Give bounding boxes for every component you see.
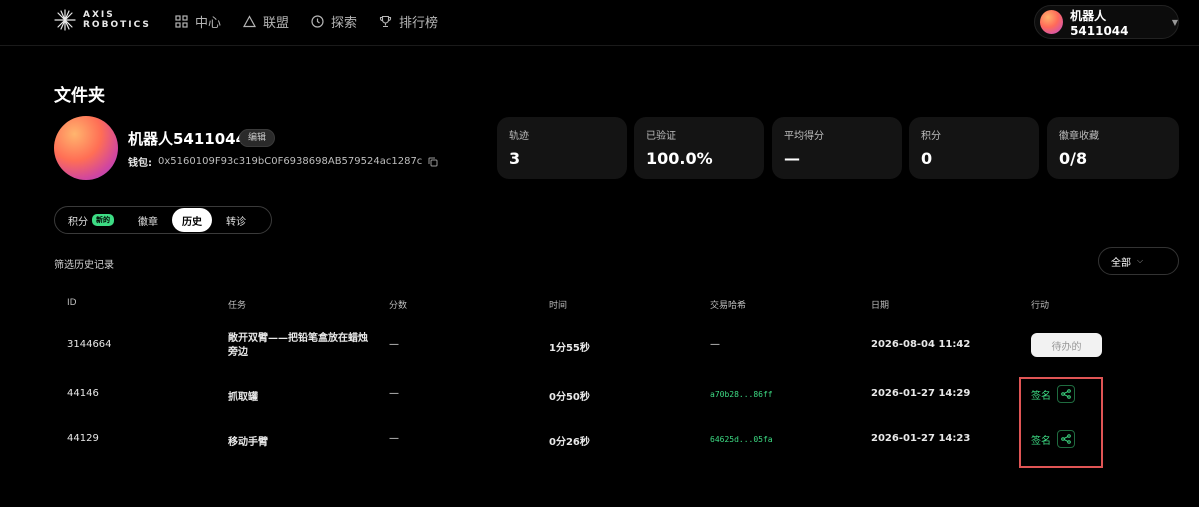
nav-label-explore: 探索 xyxy=(331,16,358,31)
column-header-time: 时间 xyxy=(549,301,568,311)
nav-item-alliance[interactable]: 联盟 xyxy=(243,12,289,31)
tab-badges[interactable]: 徽章 xyxy=(128,208,168,232)
main-nav: 中心 联盟 探索 排行榜 xyxy=(175,12,438,31)
column-header-score: 分数 xyxy=(389,301,408,311)
wallet-address: 0x5160109F93c319bC0F6938698AB579524ac128… xyxy=(158,156,423,167)
cell-tx-hash-link[interactable]: 64625d...05fa xyxy=(710,435,773,444)
brand-line1: AXIS xyxy=(83,10,115,20)
cell-date: 2026-01-27 14:29 xyxy=(871,388,971,399)
nav-item-leaderboard[interactable]: 排行榜 xyxy=(379,12,438,31)
stat-value: 100.0% xyxy=(646,149,713,168)
nav-label-hub: 中心 xyxy=(195,16,222,31)
cell-date: 2026-08-04 11:42 xyxy=(871,339,971,350)
profile-avatar xyxy=(54,116,118,180)
user-name: 机器人5411044 xyxy=(1070,8,1129,38)
cell-time: 1分55秒 xyxy=(549,343,590,354)
stat-label: 积分 xyxy=(921,131,941,142)
grid-icon xyxy=(175,15,188,28)
cell-tx-hash: — xyxy=(710,339,720,350)
nav-item-explore[interactable]: 探索 xyxy=(311,12,357,31)
top-bar: AXIS ROBOTICS 中心 联盟 探索 排行榜 机器人5411044 ▼ xyxy=(0,0,1199,46)
column-header-action: 行动 xyxy=(1031,301,1050,311)
column-header-task: 任务 xyxy=(228,301,247,311)
stat-card-badges: 徽章收藏 0/8 xyxy=(1047,117,1179,179)
tab-label: 积分 xyxy=(68,216,88,228)
cell-tx-hash-link[interactable]: a70b28...86ff xyxy=(710,390,773,399)
nav-label-alliance: 联盟 xyxy=(263,16,290,31)
chevron-down-icon: ▼ xyxy=(1171,17,1178,27)
nav-label-leaderboard: 排行榜 xyxy=(399,16,439,31)
avatar xyxy=(1040,10,1064,34)
trophy-icon xyxy=(379,15,392,28)
cell-score: — xyxy=(389,433,399,444)
pending-button[interactable]: 待办的 xyxy=(1031,333,1102,357)
cell-id: 3144664 xyxy=(67,339,112,350)
stat-value: — xyxy=(784,149,800,168)
stat-value: 0/8 xyxy=(1059,149,1088,168)
clock-icon xyxy=(311,15,324,28)
cell-time: 0分26秒 xyxy=(549,437,590,448)
stat-value: 0 xyxy=(921,149,933,168)
cell-score: — xyxy=(389,339,399,350)
tab-history[interactable]: 历史 xyxy=(172,208,212,232)
tab-label: 转诊 xyxy=(226,216,246,228)
cell-task: 敞开双臂——把铅笔盒放在蜡烛旁边 xyxy=(228,333,368,358)
stat-label: 徽章收藏 xyxy=(1059,131,1099,142)
logo[interactable]: AXIS ROBOTICS xyxy=(54,9,151,31)
triangle-icon xyxy=(243,15,257,28)
cell-time: 0分50秒 xyxy=(549,392,590,403)
highlight-box xyxy=(1019,377,1103,468)
tab-label: 徽章 xyxy=(138,216,158,228)
filter-label: 筛选历史记录 xyxy=(54,260,114,271)
tab-points[interactable]: 积分 新的 xyxy=(58,208,124,232)
stat-card-points: 积分 0 xyxy=(909,117,1039,179)
stat-label: 已验证 xyxy=(646,131,676,142)
chevron-down-icon: ⌵ xyxy=(1137,256,1144,265)
cell-date: 2026-01-27 14:23 xyxy=(871,433,971,444)
cell-task: 移动手臂 xyxy=(228,437,268,448)
user-menu[interactable]: 机器人5411044 ▼ xyxy=(1034,5,1179,39)
filter-selected: 全部 xyxy=(1111,257,1131,269)
edit-button[interactable]: 编辑 xyxy=(239,129,276,147)
axis-logo-icon xyxy=(54,9,76,31)
tab-referrals[interactable]: 转诊 xyxy=(216,208,256,232)
nav-item-hub[interactable]: 中心 xyxy=(175,12,221,31)
stat-label: 平均得分 xyxy=(784,131,824,142)
wallet-label: 钱包: xyxy=(128,158,152,169)
page-title: 文件夹 xyxy=(54,86,105,106)
stat-value: 3 xyxy=(509,149,521,168)
wallet-info: 钱包: 0x5160109F93c319bC0F6938698AB579524a… xyxy=(128,154,438,169)
cell-id: 44129 xyxy=(67,433,99,444)
copy-icon[interactable] xyxy=(428,157,438,167)
cell-id: 44146 xyxy=(67,388,99,399)
tab-label: 历史 xyxy=(182,216,202,228)
column-header-id: ID xyxy=(67,298,77,308)
cell-task: 抓取罐 xyxy=(228,392,258,403)
stat-card-trajectories: 轨迹 3 xyxy=(497,117,627,179)
profile-name: 机器人5411044 xyxy=(128,130,247,148)
stat-label: 轨迹 xyxy=(509,131,529,142)
column-header-tx-hash: 交易哈希 xyxy=(710,301,747,311)
stat-card-verified: 已验证 100.0% xyxy=(634,117,764,179)
stat-card-average-score: 平均得分 — xyxy=(772,117,902,179)
cell-score: — xyxy=(389,388,399,399)
profile-tabs: 积分 新的 徽章 历史 转诊 xyxy=(54,206,272,234)
brand-line2: ROBOTICS xyxy=(83,20,151,30)
new-badge: 新的 xyxy=(92,214,114,226)
column-header-date: 日期 xyxy=(871,301,890,311)
filter-dropdown[interactable]: 全部 ⌵ xyxy=(1098,247,1179,275)
